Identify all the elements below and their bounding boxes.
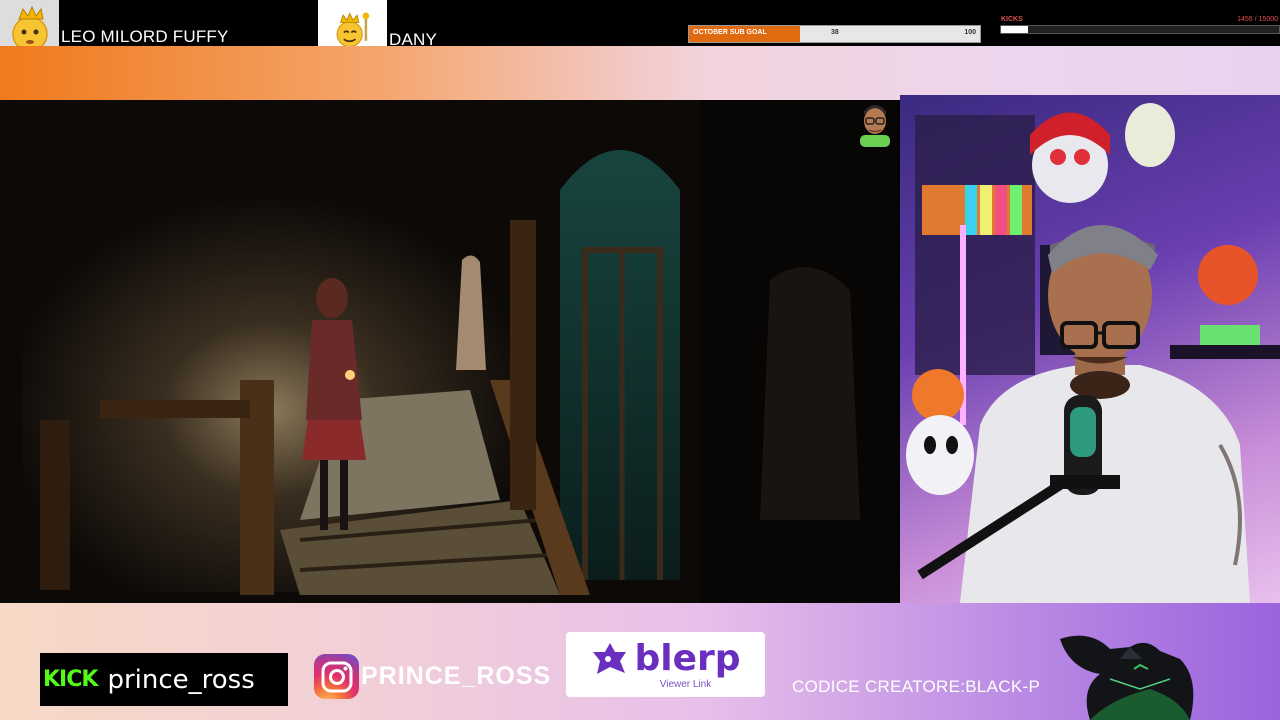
sub-goal-bar: OCTOBER SUB GOAL 38 100 [688,25,981,43]
webcam-feed [900,95,1280,603]
blerp-subtitle: Viewer Link [659,678,712,690]
game-capture [0,100,898,603]
blerp-viewer-link[interactable]: blerp Viewer Link [566,632,765,697]
webcam-image [906,103,1280,603]
kicks-count: 1456 / 15000 [1237,16,1278,23]
kicks-goal-bar: KICKS 1456 / 15000 [1000,14,1280,42]
sub-name: LEO MILORD FUFFY [61,27,229,46]
sub-goal-label: OCTOBER SUB GOAL [693,29,767,36]
kicks-fill [1001,26,1028,33]
creator-code: CODICE CREATORE:BLACK-P [792,677,1041,696]
black-panther-icon [1050,629,1202,720]
kick-channel-badge[interactable]: KICK prince_ross [40,653,288,706]
sub-goal-target: 100 [964,29,976,36]
instagram-badge[interactable]: PRINCE_ROSS [314,654,551,699]
game-scene-image [0,100,898,603]
kicks-track [1000,25,1280,34]
kick-username: prince_ross [107,664,255,695]
kick-logo: KICK [43,667,98,692]
instagram-icon [314,654,359,699]
kicks-label: KICKS [1001,16,1023,23]
sub-goal-current: 38 [831,29,839,36]
blerp-logo-icon [593,642,627,674]
header-gradient-band [0,46,1280,100]
blerp-name: blerp [634,637,741,679]
instagram-username: PRINCE_ROSS [361,662,552,690]
memoji-avatar-icon [856,101,894,147]
